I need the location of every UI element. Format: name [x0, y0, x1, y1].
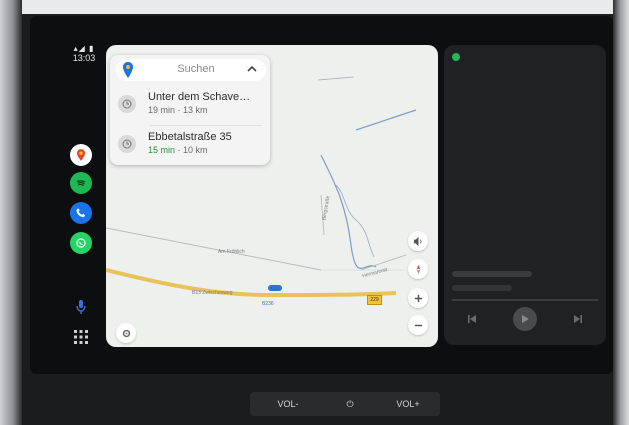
compass-button[interactable] [408, 259, 428, 279]
microphone-icon[interactable] [75, 300, 87, 314]
previous-button[interactable] [460, 307, 484, 331]
sound-button[interactable] [408, 231, 428, 251]
maps-app-icon[interactable] [70, 144, 92, 166]
track-artist-placeholder [452, 285, 512, 291]
track-title-placeholder [452, 271, 532, 277]
compass-icon [416, 264, 420, 274]
power-button[interactable]: ⏻ [335, 396, 365, 412]
app-launcher-icon[interactable] [74, 330, 88, 344]
destination-name: Unter dem Schave… [148, 91, 251, 103]
whatsapp-app-icon[interactable] [70, 232, 92, 254]
bezel-left [0, 0, 22, 425]
next-button[interactable] [566, 307, 590, 331]
destination-eta: 15 min [148, 145, 176, 155]
map-pin-icon [123, 62, 133, 78]
search-card: Suchen Unter dem Schave… 19 min · 13 km … [110, 55, 270, 165]
chevron-up-icon[interactable] [246, 63, 258, 75]
history-icon [118, 135, 136, 153]
search-bar[interactable]: Suchen [116, 59, 266, 81]
destination-meta: 15 min · 10 km [148, 145, 208, 155]
search-label: Suchen [177, 63, 215, 75]
divider [150, 125, 262, 126]
zoom-out-button[interactable] [408, 315, 428, 335]
plus-icon [414, 294, 422, 302]
destination-item[interactable]: Unter dem Schave… 19 min · 13 km [116, 87, 266, 123]
clock: 13:03 [72, 53, 96, 63]
playback-progress[interactable] [452, 299, 598, 301]
volume-up-button[interactable]: VOL+ [388, 396, 428, 412]
signal-icon: ▴◢ ▮ [73, 44, 95, 53]
app-rail: ▴◢ ▮ 13:03 [62, 42, 104, 354]
play-icon [522, 315, 529, 323]
location-marker[interactable] [268, 285, 282, 291]
map-view[interactable]: Am Fröhlich B13 Zwischenweg Bergstraße H… [106, 45, 438, 347]
settings-button[interactable] [116, 323, 136, 343]
minus-icon [414, 324, 422, 326]
zoom-in-button[interactable] [408, 288, 428, 308]
destination-item[interactable]: Ebbetalstraße 35 15 min · 10 km [116, 127, 266, 163]
destination-name: Ebbetalstraße 35 [148, 131, 232, 143]
spotify-icon [452, 53, 460, 61]
bezel-right [613, 0, 629, 425]
road-number-shield: 229 [367, 295, 382, 305]
media-card[interactable] [444, 45, 606, 345]
skip-next-icon [574, 315, 582, 323]
play-button[interactable] [513, 307, 537, 331]
street-label: Am Fröhlich [218, 249, 245, 255]
place-label: B236 [262, 301, 274, 307]
skip-previous-icon [468, 315, 476, 323]
bezel-top [0, 0, 629, 14]
spotify-app-icon[interactable] [70, 172, 92, 194]
phone-app-icon[interactable] [70, 202, 92, 224]
destination-distance: · 10 km [175, 145, 208, 155]
status-area: ▴◢ ▮ 13:03 [66, 44, 102, 63]
gear-icon [122, 329, 130, 337]
speaker-icon [413, 236, 421, 246]
street-label: B13 Zwischenweg [192, 290, 233, 296]
history-icon [118, 95, 136, 113]
destination-meta: 19 min · 13 km [148, 105, 208, 115]
volume-down-button[interactable]: VOL- [268, 396, 308, 412]
